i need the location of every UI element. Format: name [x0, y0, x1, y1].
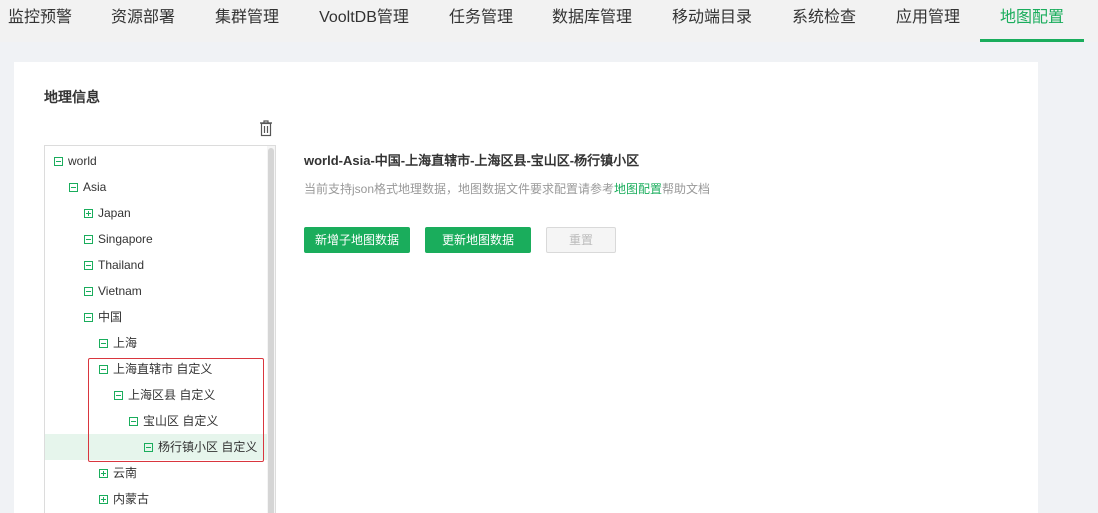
hint-suffix: 帮助文档 — [662, 182, 711, 196]
tab-resource-deploy[interactable]: 资源部署 — [111, 0, 175, 42]
tab-system-check[interactable]: 系统检查 — [792, 0, 856, 42]
collapse-icon[interactable] — [84, 261, 93, 270]
collapse-icon[interactable] — [84, 235, 93, 244]
tree-node-shanghai[interactable]: 上海 — [45, 330, 267, 356]
tab-map-config[interactable]: 地图配置 — [1000, 0, 1064, 42]
tree-node-china[interactable]: 中国 — [45, 304, 267, 330]
tree-node-label: world — [68, 154, 97, 168]
tree-node-label: Japan — [98, 206, 131, 220]
collapse-icon[interactable] — [99, 339, 108, 348]
active-tab-indicator — [980, 39, 1084, 42]
update-map-button[interactable]: 更新地图数据 — [425, 227, 531, 253]
collapse-icon[interactable] — [84, 287, 93, 296]
tree-node-vietnam[interactable]: Vietnam — [45, 278, 267, 304]
tab-app-manage[interactable]: 应用管理 — [896, 0, 960, 42]
reset-button[interactable]: 重置 — [546, 227, 616, 253]
tree-node-label: 云南 — [113, 466, 138, 480]
tab-cluster-manage[interactable]: 集群管理 — [215, 0, 279, 42]
trash-icon[interactable] — [258, 119, 274, 137]
tree-node-world[interactable]: world — [45, 148, 267, 174]
collapse-icon[interactable] — [69, 183, 78, 192]
tree-node-japan[interactable]: Japan — [45, 200, 267, 226]
selected-path: world-Asia-中国-上海直辖市-上海区县-宝山区-杨行镇小区 — [304, 153, 640, 168]
tree-node-asia[interactable]: Asia — [45, 174, 267, 200]
tab-database-manage[interactable]: 数据库管理 — [552, 0, 632, 42]
tree-node-label: Vietnam — [98, 284, 142, 298]
help-hint: 当前支持json格式地理数据，地图数据文件要求配置请参考地图配置帮助文档 — [304, 180, 710, 197]
tree-node-label: Singapore — [98, 232, 153, 246]
selection-highlight-box — [88, 358, 264, 462]
expand-icon[interactable] — [99, 495, 108, 504]
tree-node-label: Thailand — [98, 258, 145, 272]
tree-node-singapore[interactable]: Singapore — [45, 226, 267, 252]
tree-node-thailand[interactable]: Thailand — [45, 252, 267, 278]
hint-prefix: 当前支持json格式地理数据，地图数据文件要求配置请参考 — [304, 182, 615, 196]
tree-node-inner-mongolia[interactable]: 内蒙古 — [45, 486, 267, 512]
panel-title: 地理信息 — [44, 89, 100, 105]
tree-node-label: 中国 — [98, 310, 123, 324]
add-child-map-button[interactable]: 新增子地图数据 — [304, 227, 410, 253]
tree-scrollbar[interactable] — [267, 146, 275, 513]
collapse-icon[interactable] — [84, 313, 93, 322]
tree-node-label: 上海 — [113, 336, 138, 350]
expand-icon[interactable] — [99, 469, 108, 478]
tab-mobile-directory[interactable]: 移动端目录 — [672, 0, 752, 42]
tree-node-label: 内蒙古 — [113, 492, 150, 506]
tree-node-label: Asia — [83, 180, 107, 194]
tree-node-yunnan[interactable]: 云南 — [45, 460, 267, 486]
scrollbar-thumb[interactable] — [268, 148, 274, 513]
top-navigation: 监控预警 资源部署 集群管理 VooltDB管理 任务管理 数据库管理 移动端目… — [0, 0, 1098, 42]
map-config-help-link[interactable]: 地图配置 — [614, 182, 662, 196]
tab-monitor-alert[interactable]: 监控预警 — [8, 0, 72, 42]
tab-vooltdb-manage[interactable]: VooltDB管理 — [318, 0, 410, 42]
expand-icon[interactable] — [84, 209, 93, 218]
geo-info-card: 地理信息 world Asia Japan Singapore Thailand — [14, 62, 1038, 513]
tab-task-manage[interactable]: 任务管理 — [449, 0, 513, 42]
collapse-icon[interactable] — [54, 157, 63, 166]
